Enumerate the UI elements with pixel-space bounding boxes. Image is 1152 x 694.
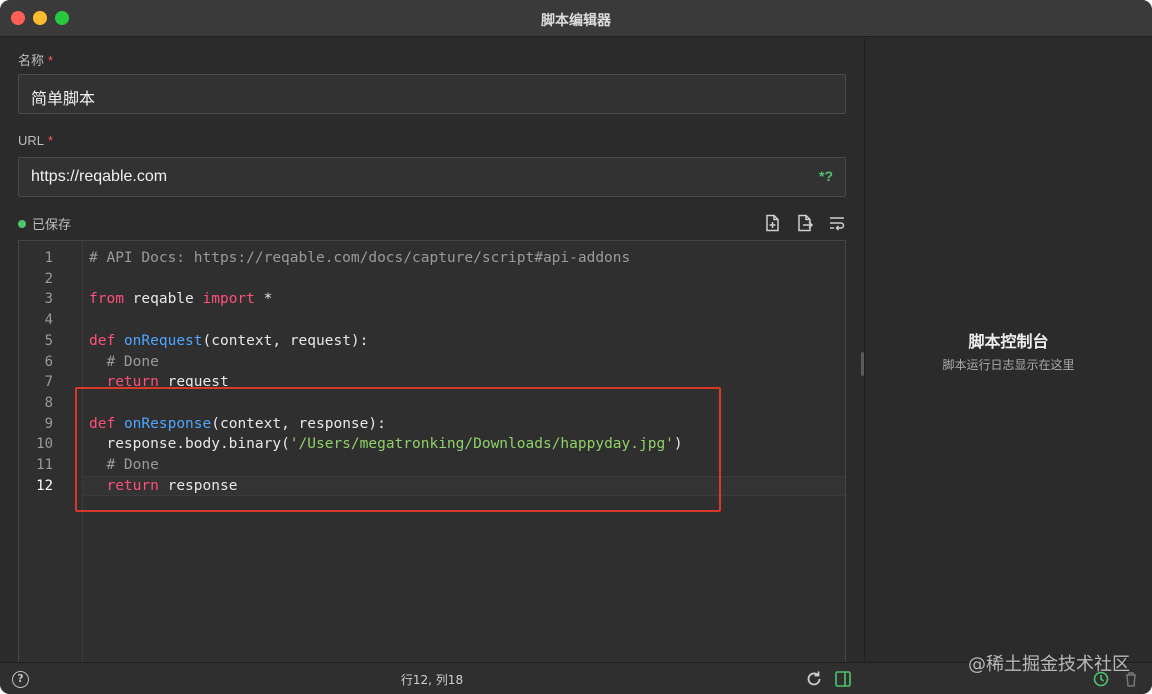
toggle-panel-icon[interactable]: [834, 670, 852, 688]
module-name: reqable: [132, 291, 194, 308]
watermark-text: @稀土掘金技术社区: [968, 654, 1130, 675]
code-line-1: # API Docs: https://reqable.com/docs/cap…: [89, 248, 630, 269]
keyword: import: [202, 291, 255, 308]
line-number: 2: [44, 270, 53, 287]
save-status: 已保存: [18, 214, 71, 233]
name-input-value: 简单脚本: [31, 91, 96, 108]
name-label: 名称 *: [18, 50, 53, 69]
name-label-text: 名称: [18, 53, 45, 68]
line-number: 1: [44, 250, 53, 266]
code-line-6: # Done: [89, 352, 159, 373]
script-editor-window: 脚本编辑器 名称 * 简单脚本 URL * https://reqable.com …: [0, 0, 1152, 694]
annotation-highlight-box: [75, 387, 721, 512]
comment: # API Docs: https://reqable.com/docs/cap…: [89, 250, 631, 266]
window-title: 脚本编辑器: [541, 13, 611, 29]
line-number: 5: [44, 332, 53, 349]
import-star: *: [263, 291, 273, 308]
title-bar: 脚本编辑器: [0, 0, 1152, 37]
new-file-icon[interactable]: [764, 214, 782, 232]
url-input-value: https://reqable.com: [31, 168, 168, 185]
line-number-active: 12: [36, 477, 53, 494]
line-number: 8: [44, 394, 53, 411]
wildcard-icon[interactable]: *?: [819, 168, 833, 184]
saved-dot-icon: [18, 219, 26, 228]
console-title: 脚本控制台: [968, 332, 1049, 351]
comment: # Done: [106, 353, 159, 370]
line-number: 3: [44, 291, 53, 308]
name-input[interactable]: 简单脚本: [18, 74, 846, 114]
line-number: 4: [44, 312, 53, 329]
line-number: 9: [44, 415, 53, 432]
line-number: 7: [44, 374, 53, 391]
help-icon[interactable]: ?: [12, 671, 29, 688]
editor-toolbar: [764, 214, 846, 232]
code-line-5: def onRequest(context, request):: [89, 331, 368, 352]
url-label: URL *: [18, 133, 53, 148]
editor-panel: 名称 * 简单脚本 URL * https://reqable.com *? 已保存: [0, 38, 864, 663]
wrap-lines-icon[interactable]: [828, 214, 846, 232]
function-name: onRequest: [123, 332, 203, 349]
keyword: def: [89, 332, 116, 349]
export-file-icon[interactable]: [796, 214, 814, 232]
required-marker: *: [48, 133, 54, 148]
console-panel: 脚本控制台 脚本运行日志显示在这里: [864, 38, 1152, 662]
line-number: 6: [44, 353, 53, 370]
code-line-3: from reqable import *: [89, 289, 272, 310]
save-status-label: 已保存: [32, 218, 72, 233]
line-number-gutter: 1 2 3 4 5 6 7 8 9 10 11 12: [19, 241, 83, 663]
cursor-position: 行12, 列18: [400, 673, 464, 687]
url-label-text: URL: [18, 133, 45, 148]
line-number: 10: [36, 436, 53, 453]
required-marker: *: [48, 53, 54, 68]
url-input[interactable]: https://reqable.com *?: [18, 157, 846, 197]
keyword: from: [89, 291, 124, 308]
line-number: 11: [36, 457, 53, 473]
console-subtitle: 脚本运行日志显示在这里: [942, 358, 1075, 372]
refresh-icon[interactable]: [805, 670, 823, 688]
function-params: (context, request):: [202, 332, 369, 349]
